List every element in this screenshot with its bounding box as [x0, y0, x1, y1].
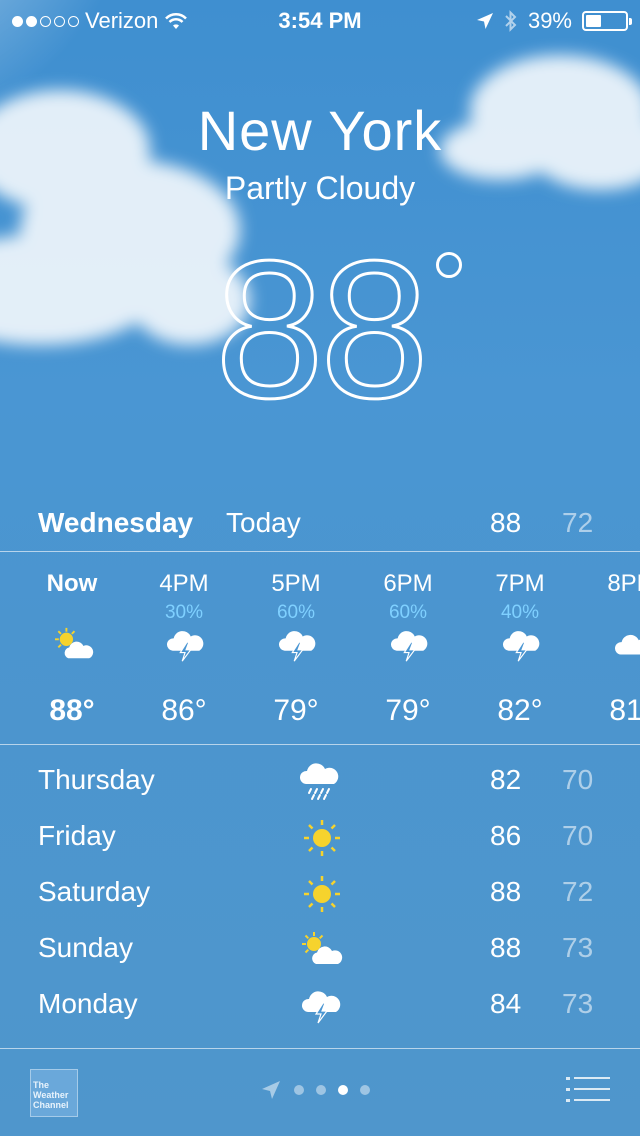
- thunderstorm-icon: [390, 631, 428, 662]
- page-indicator[interactable]: [260, 1079, 370, 1101]
- daily-row: Monday 84 73: [0, 982, 640, 1038]
- precip-chance: 40%: [500, 602, 540, 623]
- day-high: 88: [490, 932, 522, 963]
- rain-icon: [300, 763, 339, 800]
- status-bar: Verizon 3:54 PM 39%: [0, 0, 640, 40]
- day-high: 86: [490, 820, 522, 851]
- day-low: 73: [562, 932, 594, 963]
- weather-channel-logo[interactable]: The Weather Channel: [30, 1069, 78, 1117]
- daily-row: Saturday 88 72: [0, 870, 640, 926]
- thunderstorm-icon: [502, 631, 540, 662]
- bottom-toolbar: The Weather Channel: [0, 1049, 640, 1136]
- day-high: 88: [490, 876, 522, 907]
- current-condition: Partly Cloudy: [224, 170, 416, 206]
- battery-icon: [582, 11, 632, 31]
- hour-temp: 82°: [497, 694, 543, 727]
- page-dot[interactable]: [338, 1085, 348, 1095]
- day-low: 73: [562, 988, 594, 1019]
- thunderstorm-icon: [166, 631, 204, 662]
- page-dot[interactable]: [316, 1085, 326, 1095]
- hour-time: 7PM: [495, 570, 545, 597]
- today-high: 88: [490, 507, 522, 538]
- day-low: 70: [562, 764, 594, 795]
- hour-time: 5PM: [271, 570, 321, 597]
- day-name: Monday: [38, 988, 138, 1019]
- day-name: Thursday: [38, 764, 155, 795]
- bluetooth-icon: [505, 10, 517, 32]
- hour-time: Now: [46, 570, 98, 597]
- day-name: Friday: [38, 820, 116, 851]
- sunny-icon: [304, 876, 340, 912]
- temperature-value: 88: [213, 220, 430, 439]
- thunderstorm-icon: [301, 991, 341, 1024]
- degree-symbol: [436, 252, 462, 278]
- today-day-name: Wednesday: [38, 507, 194, 538]
- sunny-icon: [304, 820, 340, 856]
- page-dot[interactable]: [294, 1085, 304, 1095]
- battery-percent: 39%: [527, 8, 572, 33]
- daily-row: Sunday 88 73: [0, 926, 640, 982]
- daily-row: Friday 86 70: [0, 814, 640, 870]
- day-name: Saturday: [38, 876, 151, 907]
- current-temperature: 88: [0, 230, 640, 429]
- today-summary: Wednesday Today 88 72: [0, 505, 640, 547]
- thunderstorm-icon: [278, 631, 316, 662]
- battery-level: [586, 15, 601, 27]
- partly-sunny-icon: [302, 932, 343, 964]
- day-high: 82: [490, 764, 522, 795]
- precip-chance: 60%: [388, 602, 428, 623]
- hourly-forecast[interactable]: Now 88° 4PM 30% 86° 5PM 60% 79° 6PM 60% 79° 7PM 40% 8…: [0, 552, 640, 744]
- current-location-icon: [262, 1081, 280, 1099]
- location-arrow-icon: [476, 13, 493, 29]
- hour-temp: 79°: [273, 694, 319, 727]
- today-low: 72: [562, 507, 594, 538]
- hour-time: 8PM: [607, 570, 640, 597]
- today-label: Today: [226, 507, 301, 538]
- city-name: New York: [197, 99, 443, 162]
- precip-chance: 60%: [276, 602, 316, 623]
- hour-temp: 81°: [609, 694, 640, 727]
- divider: [0, 744, 640, 745]
- page-dot[interactable]: [360, 1085, 370, 1095]
- hour-temp: 88°: [49, 694, 95, 727]
- hour-time: 6PM: [383, 570, 433, 597]
- day-low: 72: [562, 876, 594, 907]
- partly-sunny-icon: [55, 627, 94, 659]
- daily-row: Thursday 82 70: [0, 758, 640, 814]
- hour-temp: 79°: [385, 694, 431, 727]
- city-list-icon[interactable]: [566, 1075, 610, 1105]
- cloudy-icon: [615, 634, 640, 655]
- day-name: Sunday: [38, 932, 133, 963]
- hour-temp: 86°: [161, 694, 207, 727]
- day-low: 70: [562, 820, 594, 851]
- precip-chance: 30%: [164, 602, 204, 623]
- day-high: 84: [490, 988, 522, 1019]
- hour-time: 4PM: [159, 570, 209, 597]
- daily-forecast[interactable]: Thursday 82 70 Friday 86 70 Saturday 88 72 Sunday…: [0, 758, 640, 1048]
